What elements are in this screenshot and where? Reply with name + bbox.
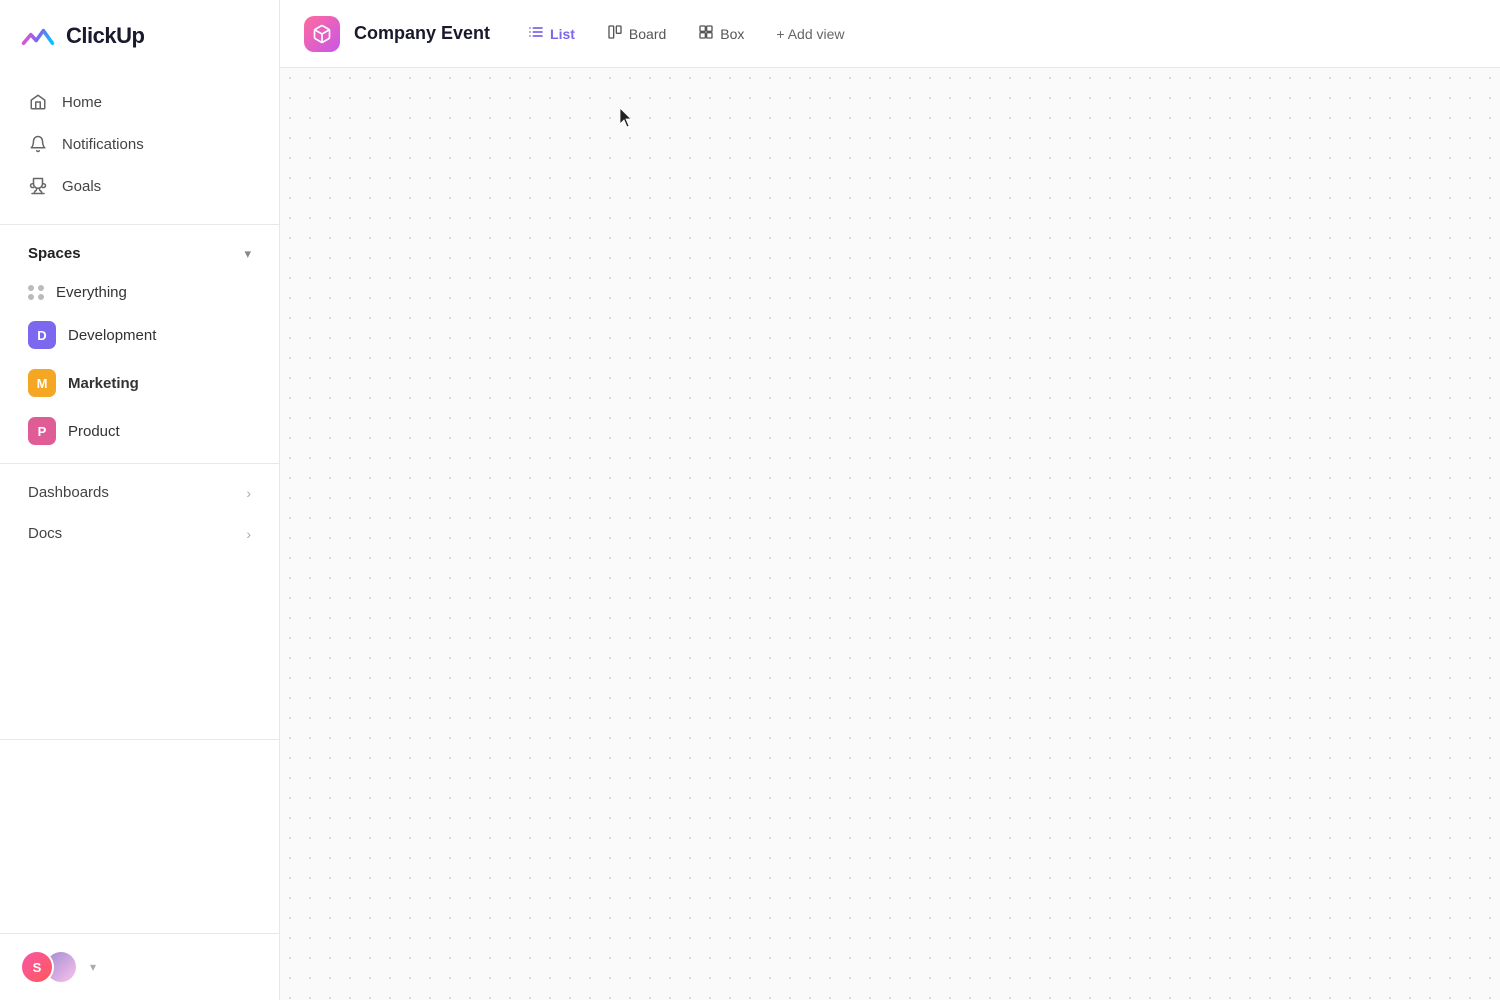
main-canvas — [280, 68, 1500, 1000]
product-badge: P — [28, 417, 56, 445]
everything-label: Everything — [56, 284, 127, 301]
tab-board[interactable]: Board — [593, 17, 680, 51]
add-view-button[interactable]: + Add view — [762, 19, 858, 49]
dots-icon — [28, 285, 44, 301]
footer-chevron-icon: ▾ — [90, 960, 96, 974]
sidebar-item-everything[interactable]: Everything — [8, 275, 271, 310]
sidebar-item-product[interactable]: P Product — [8, 408, 271, 454]
sidebar: ClickUp Home Notifications — [0, 0, 280, 1000]
chevron-down-icon: ▾ — [244, 246, 251, 262]
add-view-label: + Add view — [776, 26, 844, 42]
sidebar-item-home[interactable]: Home — [8, 82, 271, 122]
topbar: Company Event List — [280, 0, 1500, 68]
sidebar-item-goals[interactable]: Goals — [8, 166, 271, 206]
project-title: Company Event — [354, 23, 490, 44]
goals-label: Goals — [62, 178, 101, 195]
sidebar-item-notifications[interactable]: Notifications — [8, 124, 271, 164]
trophy-icon — [28, 176, 48, 196]
logo-text: ClickUp — [66, 23, 144, 49]
main-content: Company Event List — [280, 0, 1500, 1000]
chevron-right-icon-docs: › — [246, 526, 251, 542]
clickup-logo-icon — [20, 18, 56, 54]
chevron-right-icon: › — [246, 485, 251, 501]
tab-box[interactable]: Box — [684, 17, 758, 51]
list-tab-label: List — [550, 26, 575, 42]
development-badge: D — [28, 321, 56, 349]
development-label: Development — [68, 327, 156, 344]
cursor-pointer — [620, 108, 634, 128]
marketing-label: Marketing — [68, 375, 139, 392]
board-tab-icon — [607, 24, 623, 44]
notifications-label: Notifications — [62, 136, 144, 153]
spaces-header[interactable]: Spaces ▾ — [8, 235, 271, 272]
divider-2 — [0, 463, 279, 464]
project-icon — [304, 16, 340, 52]
avatar-primary: S — [20, 950, 54, 984]
marketing-badge: M — [28, 369, 56, 397]
box-tab-icon — [698, 24, 714, 44]
sidebar-item-docs[interactable]: Docs › — [8, 515, 271, 552]
docs-label: Docs — [28, 525, 62, 542]
sidebar-item-marketing[interactable]: M Marketing — [8, 360, 271, 406]
box-tab-label: Box — [720, 26, 744, 42]
spaces-title: Spaces — [28, 245, 81, 262]
list-tab-icon — [528, 24, 544, 44]
bell-icon — [28, 134, 48, 154]
divider-1 — [0, 224, 279, 225]
view-tabs: List Board — [514, 17, 858, 51]
nav-items: Home Notifications — [0, 72, 279, 216]
logo-area: ClickUp — [0, 0, 279, 72]
home-label: Home — [62, 94, 102, 111]
sidebar-item-development[interactable]: D Development — [8, 312, 271, 358]
board-tab-label: Board — [629, 26, 666, 42]
home-icon — [28, 92, 48, 112]
tab-list[interactable]: List — [514, 17, 589, 51]
product-label: Product — [68, 423, 120, 440]
avatar-group: S — [20, 950, 78, 984]
divider-3 — [0, 739, 279, 740]
dashboards-label: Dashboards — [28, 484, 109, 501]
sidebar-item-dashboards[interactable]: Dashboards › — [8, 474, 271, 511]
sidebar-footer[interactable]: S ▾ — [0, 933, 279, 1000]
box-icon — [312, 24, 332, 44]
